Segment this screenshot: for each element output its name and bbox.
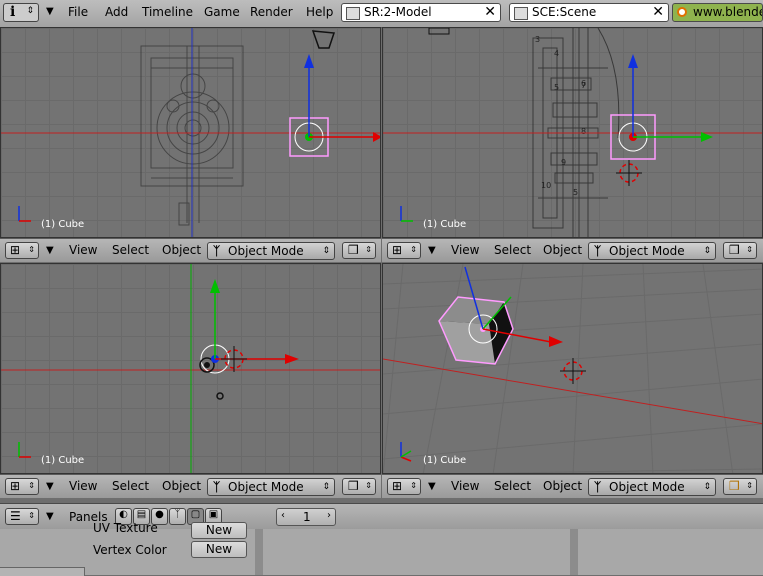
grid-icon: ⊞ [10,479,21,493]
viewport-header-4: ⊞ ⇕ ▼ View Select Object ᛉ Object Mode ⇕ ❒… [382,474,763,498]
viewport-header-2: ⊞ ⇕ ▼ View Select Object ᛉ Object Mode ⇕ ❒… [382,238,763,262]
buttons-window-panel: UV Texture New Vertex Color New [0,521,763,576]
viewport-perspective[interactable]: (1) Cube [382,263,763,474]
menu-object[interactable]: Object [162,243,201,257]
mode-select[interactable]: ᛉ Object Mode ⇕ [207,242,335,260]
collapse-icon[interactable]: ▼ [46,511,54,522]
editor-type-button[interactable]: ⊞ ⇕ [387,478,421,495]
viewport-perspective-scene [383,264,762,473]
grid-icon: ⊞ [10,243,21,257]
object-mode-icon: ᛉ [594,244,602,258]
mode-select[interactable]: ᛉ Object Mode ⇕ [588,478,716,496]
increment-icon[interactable]: › [327,510,331,521]
svg-text:10: 10 [541,181,551,190]
svg-text:5: 5 [573,188,578,197]
vertex-color-new-button[interactable]: New [191,541,247,558]
collapse-menu-icon[interactable]: ▼ [46,6,54,17]
object-mode-icon: ᛉ [213,244,221,258]
grid-icon: ⊞ [392,243,403,257]
draw-type-button[interactable]: ❒ ⇕ [342,478,376,495]
editor-type-button[interactable]: ☰ ⇕ [5,508,39,525]
editor-type-button[interactable]: ⊞ ⇕ [387,242,421,259]
close-icon[interactable]: ✕ [652,4,664,21]
menu-object[interactable]: Object [543,479,582,493]
decrement-icon[interactable]: ‹ [281,510,285,521]
draw-type-button[interactable]: ❒ ⇕ [342,242,376,259]
svg-text:8: 8 [581,127,586,136]
viewport-label: (1) Cube [423,219,467,230]
screen-icon [346,7,360,20]
object-mode-icon: ᛉ [213,480,221,494]
svg-text:5: 5 [554,83,559,92]
menu-view[interactable]: View [451,479,479,493]
menu-timeline[interactable]: Timeline [142,5,193,19]
menu-view[interactable]: View [69,479,97,493]
svg-text:9: 9 [561,158,566,167]
viewport-front[interactable]: (1) Cube [0,27,381,238]
grid-icon: ⊞ [392,479,403,493]
viewport-label: (1) Cube [41,455,85,466]
menu-select[interactable]: Select [494,243,531,257]
close-icon[interactable]: ✕ [484,4,496,21]
viewport-side-scene: 345 6 789105 [383,28,762,237]
frame-field[interactable]: ‹ 1 › [276,508,336,526]
collapse-icon[interactable]: ▼ [46,481,54,492]
cube-icon: ❒ [348,243,359,257]
menu-object[interactable]: Object [543,243,582,257]
info-icon[interactable]: i ⇕ [3,3,39,22]
menu-object[interactable]: Object [162,479,201,493]
uv-texture-label: UV Texture [93,521,158,535]
viewport-label: (1) Cube [423,455,467,466]
viewport-header-1: ⊞ ⇕ ▼ View Select Object ᛉ Object Mode ⇕ ❒… [0,238,381,262]
viewport-top[interactable]: (1) Cube [0,263,381,474]
menu-view[interactable]: View [451,243,479,257]
blender-logo-icon [677,7,687,17]
vertex-color-label: Vertex Color [93,543,167,557]
cube-icon: ❒ [729,243,740,257]
menu-help[interactable]: Help [306,5,333,19]
top-menu-bar: i ⇕ ▼ File Add Timeline Game Render Help… [0,0,763,28]
screen-select[interactable]: SR:2-Model ✕ [341,3,501,22]
object-context-icon[interactable]: ᛉ [169,508,186,525]
viewport-header-3: ⊞ ⇕ ▼ View Select Object ᛉ Object Mode ⇕ ❒… [0,474,381,498]
svg-text:3: 3 [535,35,540,44]
buttons-window-icon: ☰ [10,509,21,523]
draw-type-button[interactable]: ❒ ⇕ [723,478,757,495]
uv-texture-new-button[interactable]: New [191,522,247,539]
menu-select[interactable]: Select [494,479,531,493]
viewport-top-scene [1,264,380,473]
menu-game[interactable]: Game [204,5,240,19]
draw-type-button[interactable]: ❒ ⇕ [723,242,757,259]
menu-select[interactable]: Select [112,243,149,257]
menu-add[interactable]: Add [105,5,128,19]
cube-icon: ❒ [348,479,359,493]
scene-select[interactable]: SCE:Scene ✕ [509,3,669,22]
viewport-side[interactable]: 3456 7 8 9 10 5 (1) Cube [382,27,763,238]
collapse-icon[interactable]: ▼ [428,481,436,492]
object-mode-icon: ᛉ [594,480,602,494]
solid-cube-icon: ❒ [729,479,740,493]
menu-render[interactable]: Render [250,5,293,19]
viewport-front-scene [1,28,380,237]
viewport-label: (1) Cube [41,219,85,230]
menu-select[interactable]: Select [112,479,149,493]
mode-select[interactable]: ᛉ Object Mode ⇕ [207,478,335,496]
scene-icon [514,7,528,20]
blender-url[interactable]: www.blende [672,3,763,22]
collapse-icon[interactable]: ▼ [46,245,54,256]
menu-view[interactable]: View [69,243,97,257]
menu-file[interactable]: File [68,5,88,19]
mode-select[interactable]: ᛉ Object Mode ⇕ [588,242,716,260]
svg-text:7: 7 [581,81,586,90]
editor-type-button[interactable]: ⊞ ⇕ [5,242,39,259]
svg-text:4: 4 [554,49,559,58]
editor-type-button[interactable]: ⊞ ⇕ [5,478,39,495]
collapse-icon[interactable]: ▼ [428,245,436,256]
